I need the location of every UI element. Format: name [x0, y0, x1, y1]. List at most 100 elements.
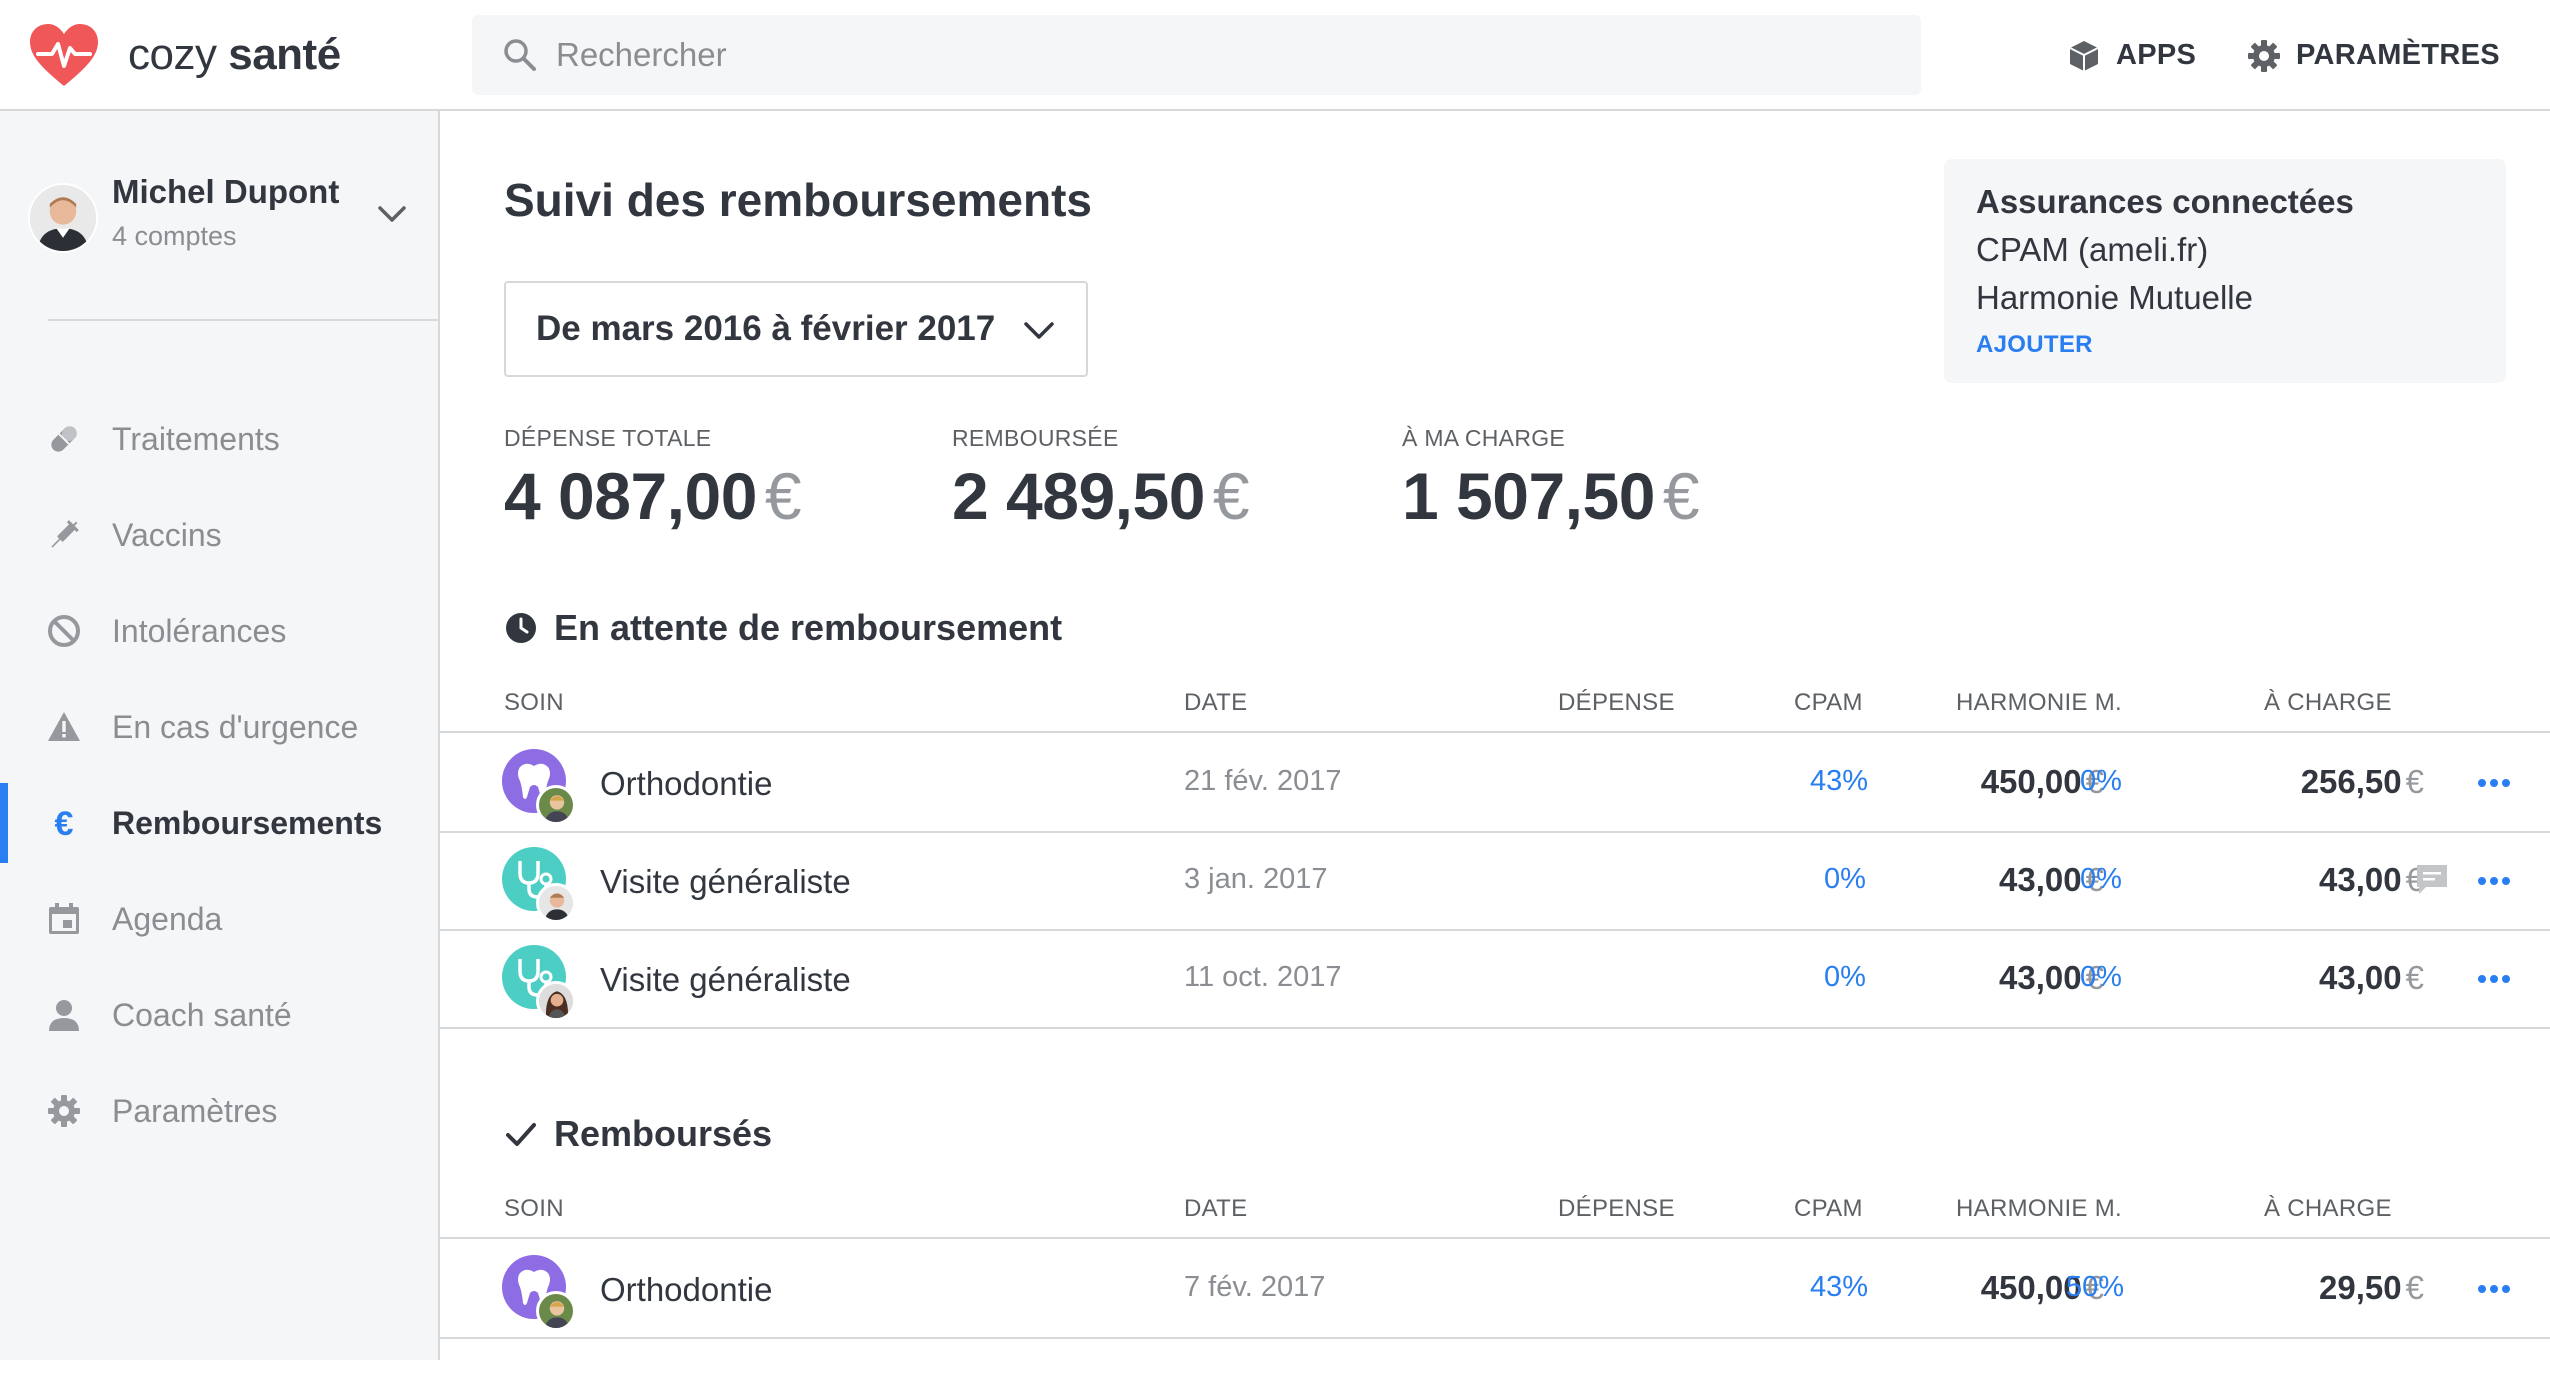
pending-section-title: En attente de remboursement	[504, 607, 1062, 649]
stat-amount: 4 087,00	[504, 459, 757, 533]
sidebar-item-label: Remboursements	[112, 804, 383, 841]
stat-currency: €	[1662, 459, 1700, 533]
avatar	[28, 183, 98, 253]
sidebar: Michel Dupont 4 comptes Traitements Vacc…	[0, 111, 440, 1360]
heart-pulse-icon	[30, 24, 98, 86]
euro-icon: €	[55, 805, 74, 841]
sidebar-item-intolerances[interactable]: Intolérances	[0, 583, 440, 679]
sidebar-item-agenda[interactable]: Agenda	[0, 871, 440, 967]
chevron-down-icon	[378, 206, 406, 222]
stat-label: À MA CHARGE	[1402, 425, 1566, 451]
table-row[interactable]	[440, 1339, 2550, 1379]
checkmark-icon	[506, 1123, 536, 1146]
app-name: cozy santé	[128, 30, 341, 80]
page-title: Suivi des remboursements	[504, 174, 1092, 226]
apps-button[interactable]: APPS	[2066, 0, 2196, 111]
section-title-text: Remboursés	[554, 1113, 773, 1154]
row-harmonie[interactable]: 0%	[2080, 961, 2122, 994]
profile-accounts: 4 comptes	[112, 221, 237, 251]
currency: €	[2405, 1269, 2424, 1306]
insurance-card: Assurances connectées CPAM (ameli.fr) Ha…	[1944, 159, 2506, 383]
table-row[interactable]: Orthodontie 7 fév. 2017 450,00 € 43% 50% …	[440, 1241, 2550, 1339]
insurance-title: Assurances connectées	[1976, 183, 2354, 220]
sidebar-item-coach[interactable]: Coach santé	[0, 967, 440, 1063]
period-label: De mars 2016 à février 2017	[536, 309, 996, 348]
sidebar-item-remboursements[interactable]: € Remboursements	[0, 775, 440, 871]
app-logo[interactable]: cozy santé	[28, 22, 341, 88]
currency: €	[2405, 959, 2424, 996]
col-charge: À CHARGE	[2264, 689, 2392, 716]
sidebar-item-parametres[interactable]: Paramètres	[0, 1063, 440, 1159]
search-icon	[504, 39, 536, 71]
row-date: 7 fév. 2017	[1184, 1271, 1326, 1303]
section-title-text: En attente de remboursement	[554, 607, 1063, 648]
sidebar-item-label: Vaccins	[112, 516, 222, 553]
sidebar-item-urgence[interactable]: En cas d'urgence	[0, 679, 440, 775]
amount: 43,00	[1999, 959, 2082, 996]
table-row[interactable]: Orthodontie 21 fév. 2017 450,00 € 43% 0% …	[440, 735, 2550, 833]
sidebar-item-vaccins[interactable]: Vaccins	[0, 487, 440, 583]
amount: 450,00	[1980, 763, 2082, 800]
table-row[interactable]: Visite généraliste 11 oct. 2017 43,00 € 0…	[440, 931, 2550, 1029]
stat-value: 1 507,50 €	[1402, 458, 1700, 534]
col-harmonie: HARMONIE M.	[1956, 689, 2122, 716]
more-options-icon[interactable]	[2474, 771, 2514, 795]
col-date: DATE	[1184, 689, 1248, 716]
col-harmonie: HARMONIE M.	[1956, 1195, 2122, 1222]
calendar-icon	[49, 903, 79, 934]
stat-label: DÉPENSE TOTALE	[504, 425, 712, 451]
col-cpam: CPAM	[1794, 1195, 1863, 1222]
care-avatar	[502, 847, 576, 923]
currency: €	[2405, 763, 2424, 800]
svg-text:€: €	[55, 805, 74, 841]
forbidden-icon	[48, 615, 80, 647]
row-cpam[interactable]: 43%	[1810, 1271, 1868, 1304]
more-options-icon[interactable]	[2474, 967, 2514, 991]
row-cpam[interactable]: 0%	[1824, 961, 1866, 994]
col-soin: SOIN	[504, 689, 564, 716]
col-cpam: CPAM	[1794, 689, 1863, 716]
comment-icon[interactable]	[2414, 861, 2450, 897]
pill-icon	[51, 426, 77, 452]
table-row[interactable]: Visite généraliste 3 jan. 2017 43,00 € 0%…	[440, 833, 2550, 931]
apps-label: APPS	[2116, 39, 2197, 71]
more-options-icon[interactable]	[2474, 1277, 2514, 1301]
insurance-item: Harmonie Mutuelle	[1976, 279, 2253, 316]
row-harmonie[interactable]: 50%	[2066, 1271, 2124, 1304]
search-bar[interactable]	[472, 15, 1921, 95]
avatar	[536, 981, 576, 1021]
add-insurance-link[interactable]: AJOUTER	[1976, 331, 2474, 359]
care-avatar	[502, 749, 576, 825]
profile-switcher[interactable]: Michel Dupont 4 comptes	[28, 169, 428, 289]
stat-amount: 1 507,50	[1402, 459, 1655, 533]
col-date: DATE	[1184, 1195, 1248, 1222]
settings-button[interactable]: PARAMÈTRES	[2246, 0, 2500, 111]
gear-icon	[2248, 39, 2280, 72]
row-charge: 256,50 €	[2301, 763, 2424, 801]
amount: 43,00	[2319, 959, 2402, 996]
main-content: Suivi des remboursements De mars 2016 à …	[440, 111, 2550, 1360]
gear-icon	[48, 1095, 80, 1127]
more-options-icon[interactable]	[2474, 869, 2514, 893]
search-input[interactable]	[556, 36, 1856, 74]
avatar	[536, 1291, 576, 1331]
row-cpam[interactable]: 0%	[1824, 863, 1866, 896]
app-name-light: cozy	[128, 30, 217, 79]
reimbursed-section-title: Remboursés	[504, 1113, 772, 1155]
row-soin: Orthodontie	[600, 1271, 773, 1308]
row-harmonie[interactable]: 0%	[2080, 765, 2122, 798]
insurance-item: CPAM (ameli.fr)	[1976, 231, 2209, 268]
sidebar-item-traitements[interactable]: Traitements	[0, 391, 440, 487]
col-depense: DÉPENSE	[1558, 689, 1675, 716]
amount: 43,00	[1999, 861, 2082, 898]
period-selector[interactable]: De mars 2016 à février 2017	[504, 281, 1088, 377]
stat-my-charge: À MA CHARGE 1 507,50 €	[1402, 425, 1700, 534]
stat-total: DÉPENSE TOTALE 4 087,00 €	[504, 425, 802, 534]
stat-currency: €	[1212, 459, 1250, 533]
row-date: 3 jan. 2017	[1184, 863, 1328, 895]
sidebar-item-label: En cas d'urgence	[112, 708, 359, 745]
row-cpam[interactable]: 43%	[1810, 765, 1868, 798]
row-soin: Orthodontie	[600, 765, 773, 802]
row-harmonie[interactable]: 0%	[2080, 863, 2122, 896]
person-icon	[49, 1000, 79, 1031]
